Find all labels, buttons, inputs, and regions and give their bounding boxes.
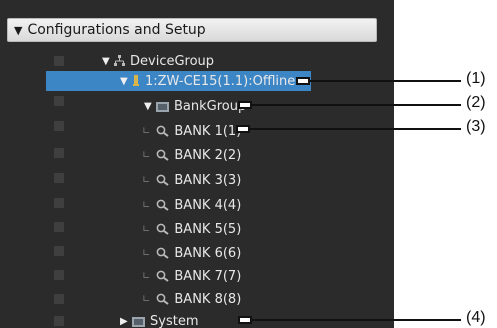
tree-item-bankgroup[interactable]: ▼ BankGroup	[144, 96, 246, 116]
callout-leader-line	[308, 80, 461, 82]
tree-item-label: BANK 3(3)	[174, 172, 242, 188]
magnifier-bank-icon	[156, 149, 169, 161]
tree-connector: ∟	[142, 293, 151, 305]
row-checkbox[interactable]	[54, 294, 64, 304]
tree-connector: ∟	[142, 174, 151, 186]
tree-item-bank[interactable]: ∟ BANK 2(2)	[142, 145, 241, 165]
row-checkbox[interactable]	[54, 198, 64, 208]
collapse-arrow-icon[interactable]: ▼	[14, 24, 22, 37]
panel-header[interactable]: ▼ Configurations and Setup	[7, 18, 377, 42]
row-checkbox[interactable]	[54, 121, 64, 131]
tree-item-device[interactable]: ▼ 1:ZW-CE15(1.1):Offline	[120, 71, 295, 91]
tree-item-bank[interactable]: ∟ BANK 4(4)	[142, 195, 241, 215]
tree-item-label: BANK 1(1)	[174, 123, 242, 139]
tree-item-label: BANK 7(7)	[174, 268, 242, 284]
row-checkbox[interactable]	[54, 148, 64, 158]
callout-label: (1)	[466, 70, 486, 87]
tree-item-label: BANK 2(2)	[174, 147, 242, 163]
tree-item-label: 1:ZW-CE15(1.1):Offline	[145, 73, 296, 89]
row-checkbox[interactable]	[54, 316, 64, 326]
folder-icon	[156, 101, 169, 112]
tree-connector: ∟	[142, 125, 151, 137]
configurations-panel: ▼ Configurations and Setup ▼ DeviceGroup…	[0, 0, 394, 328]
tree-connector: ∟	[142, 223, 151, 235]
tree-connector: ∟	[142, 247, 151, 259]
row-checkbox[interactable]	[54, 96, 64, 106]
tree-item-system[interactable]: ▶ System	[120, 311, 198, 328]
magnifier-bank-icon	[156, 174, 169, 186]
tree-item-bank[interactable]: ∟ BANK 6(6)	[142, 243, 241, 263]
magnifier-bank-icon	[156, 270, 169, 282]
tree-item-bank[interactable]: ∟ BANK 3(3)	[142, 170, 241, 190]
callout-leader-line	[250, 104, 461, 106]
tree-item-label: BANK 5(5)	[174, 221, 242, 237]
expand-arrow-icon[interactable]: ▼	[144, 101, 156, 112]
network-tree-icon	[114, 55, 125, 67]
magnifier-bank-icon	[156, 223, 169, 235]
callout-label: (2)	[466, 94, 486, 111]
callout-label: (4)	[466, 309, 486, 326]
magnifier-bank-icon	[156, 199, 169, 211]
row-checkbox[interactable]	[54, 246, 64, 256]
row-checkbox[interactable]	[54, 222, 64, 232]
device-icon	[132, 75, 140, 87]
panel-title: Configurations and Setup	[27, 22, 206, 38]
expand-arrow-icon[interactable]: ▶	[120, 316, 132, 327]
tree-item-bank[interactable]: ∟ BANK 5(5)	[142, 219, 241, 239]
callout-leader-line	[248, 128, 461, 130]
tree-connector: ∟	[142, 199, 151, 211]
tree-item-label: BANK 8(8)	[174, 291, 242, 307]
expand-arrow-icon[interactable]: ▼	[102, 56, 114, 67]
row-checkbox[interactable]	[54, 173, 64, 183]
tree-item-bank[interactable]: ∟ BANK 1(1)	[142, 121, 241, 141]
callout-leader-line	[250, 319, 461, 321]
folder-icon	[132, 316, 145, 327]
tree-item-bank[interactable]: ∟ BANK 8(8)	[142, 289, 241, 309]
tree-item-label: BankGroup	[174, 98, 247, 114]
row-checkbox[interactable]	[54, 56, 64, 66]
tree-connector: ∟	[142, 149, 151, 161]
row-checkbox[interactable]	[54, 270, 64, 280]
tree-item-label: BANK 6(6)	[174, 245, 242, 261]
tree-item-bank[interactable]: ∟ BANK 7(7)	[142, 266, 241, 286]
magnifier-bank-icon	[156, 125, 169, 137]
expand-arrow-icon[interactable]: ▼	[120, 76, 132, 87]
tree-item-devicegroup[interactable]: ▼ DeviceGroup	[102, 51, 214, 71]
tree-item-label: BANK 4(4)	[174, 197, 242, 213]
magnifier-bank-icon	[156, 247, 169, 259]
callout-label: (3)	[466, 118, 486, 135]
tree-item-label: DeviceGroup	[130, 53, 215, 69]
magnifier-bank-icon	[156, 293, 169, 305]
tree-item-label: System	[150, 313, 199, 328]
tree-connector: ∟	[142, 270, 151, 282]
